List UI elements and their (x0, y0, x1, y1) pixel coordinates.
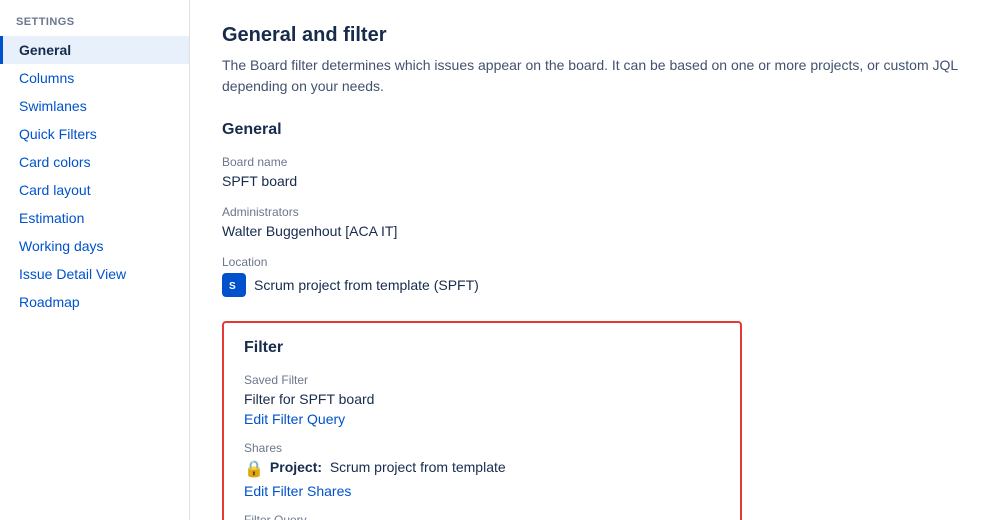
sidebar-item-issue-detail-view[interactable]: Issue Detail View (0, 260, 189, 288)
sidebar-item-swimlanes[interactable]: Swimlanes (0, 92, 189, 120)
saved-filter-group: Saved Filter Filter for SPFT board Edit … (244, 373, 720, 427)
sidebar-item-quick-filters[interactable]: Quick Filters (0, 120, 189, 148)
sidebar-item-general[interactable]: General (0, 36, 189, 64)
sidebar-item-card-layout[interactable]: Card layout (0, 176, 189, 204)
general-section: General Board name SPFT board Administra… (222, 121, 967, 297)
location-row: S Scrum project from template (SPFT) (222, 273, 967, 297)
location-group: Location S Scrum project from template (… (222, 255, 967, 297)
filter-query-group: Filter Query project = SPFT ORDER BY Ran… (244, 513, 720, 520)
sidebar-item-roadmap[interactable]: Roadmap (0, 288, 189, 316)
lock-icon: 🔒 (244, 459, 264, 479)
board-name-group: Board name SPFT board (222, 155, 967, 189)
general-section-title: General (222, 121, 967, 139)
saved-filter-label: Saved Filter (244, 373, 720, 387)
sidebar-item-working-days[interactable]: Working days (0, 232, 189, 260)
edit-filter-query-link[interactable]: Edit Filter Query (244, 411, 345, 427)
edit-filter-shares-link[interactable]: Edit Filter Shares (244, 483, 351, 499)
sidebar-item-card-colors[interactable]: Card colors (0, 148, 189, 176)
board-name-value: SPFT board (222, 173, 967, 189)
administrators-label: Administrators (222, 205, 967, 219)
board-name-label: Board name (222, 155, 967, 169)
location-icon: S (222, 273, 246, 297)
saved-filter-value: Filter for SPFT board (244, 391, 720, 407)
shares-label: Shares (244, 441, 720, 455)
shares-row: 🔒 Project: Scrum project from template (244, 459, 720, 479)
sidebar-item-estimation[interactable]: Estimation (0, 204, 189, 232)
page-title: General and filter (222, 24, 967, 47)
location-value: Scrum project from template (SPFT) (254, 277, 479, 293)
shares-group: Shares 🔒 Project: Scrum project from tem… (244, 441, 720, 499)
filter-section: Filter Saved Filter Filter for SPFT boar… (222, 321, 742, 520)
shares-project-bold: Project: Scrum project from template (270, 459, 506, 475)
sidebar-settings-label: SETTINGS (0, 16, 189, 36)
shares-project-value: Scrum project from template (330, 459, 506, 475)
filter-query-label: Filter Query (244, 513, 720, 520)
main-content: General and filter The Board filter dete… (190, 0, 999, 520)
administrators-value: Walter Buggenhout [ACA IT] (222, 223, 967, 239)
administrators-group: Administrators Walter Buggenhout [ACA IT… (222, 205, 967, 239)
filter-section-title: Filter (244, 339, 720, 357)
location-label: Location (222, 255, 967, 269)
page-description: The Board filter determines which issues… (222, 55, 967, 97)
svg-text:S: S (229, 281, 236, 292)
sidebar: SETTINGS General Columns Swimlanes Quick… (0, 0, 190, 520)
sidebar-item-columns[interactable]: Columns (0, 64, 189, 92)
